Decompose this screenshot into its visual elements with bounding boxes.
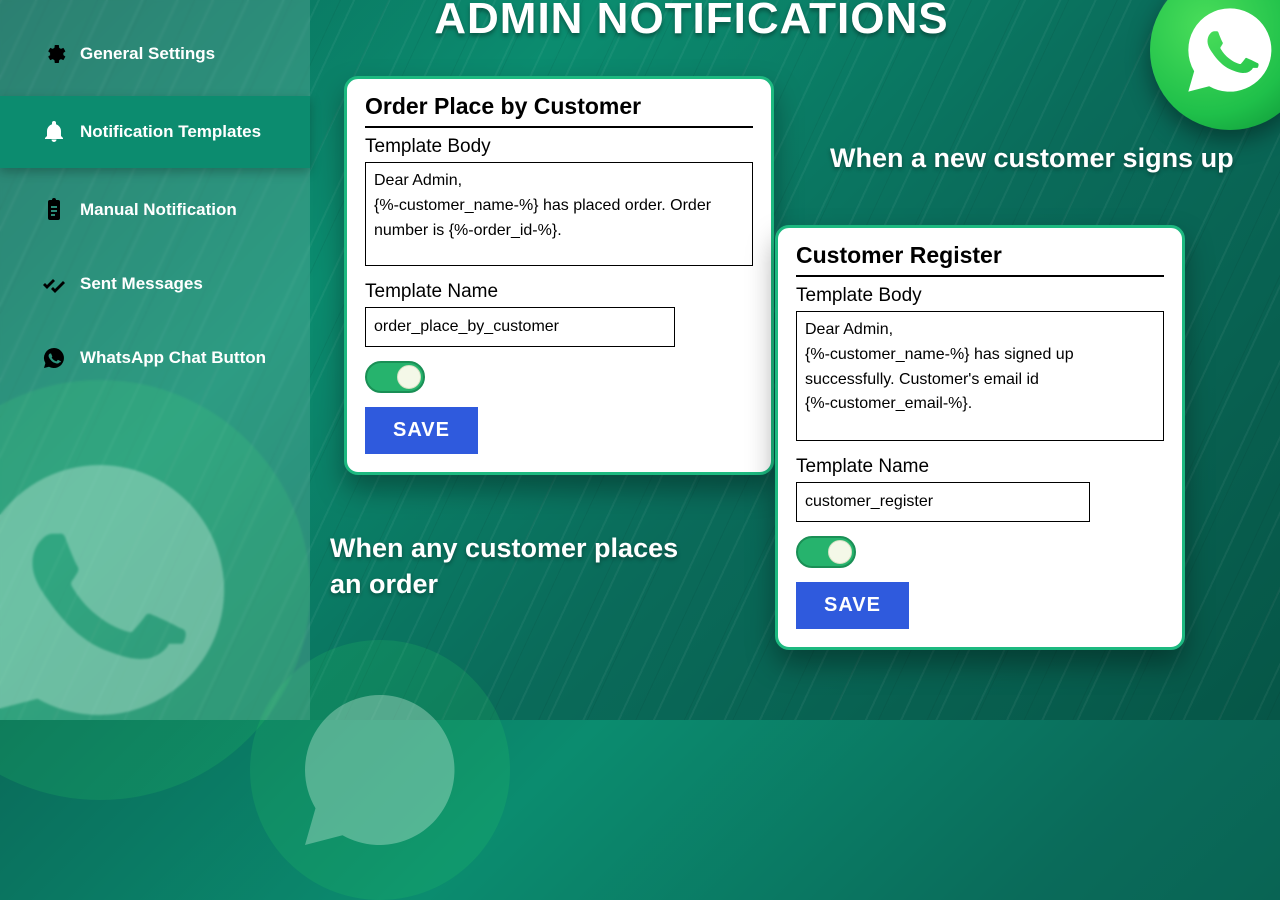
whatsapp-logo bbox=[1150, 0, 1280, 130]
sidebar-item-whatsapp-chat-button[interactable]: WhatsApp Chat Button bbox=[0, 326, 310, 390]
gear-icon bbox=[42, 42, 66, 66]
sidebar-item-sent-messages[interactable]: Sent Messages bbox=[0, 252, 310, 316]
toggle-knob bbox=[397, 365, 421, 389]
sidebar-item-label: Manual Notification bbox=[80, 200, 237, 220]
enable-toggle[interactable] bbox=[365, 361, 425, 393]
sidebar-item-label: Notification Templates bbox=[80, 122, 261, 142]
sidebar-item-label: WhatsApp Chat Button bbox=[80, 348, 266, 368]
template-body-input[interactable] bbox=[365, 162, 753, 266]
template-name-label: Template Name bbox=[365, 281, 753, 303]
save-button[interactable]: SAVE bbox=[365, 407, 478, 454]
template-name-label: Template Name bbox=[796, 456, 1164, 478]
caption-customer-register: When a new customer signs up bbox=[830, 140, 1234, 176]
template-body-label: Template Body bbox=[796, 285, 1164, 307]
template-body-input[interactable] bbox=[796, 311, 1164, 441]
template-body-label: Template Body bbox=[365, 136, 753, 158]
toggle-knob bbox=[828, 540, 852, 564]
sidebar-item-manual-notification[interactable]: Manual Notification bbox=[0, 178, 310, 242]
sidebar-item-general-settings[interactable]: General Settings bbox=[0, 22, 310, 86]
card-title: Customer Register bbox=[796, 242, 1164, 277]
whatsapp-icon bbox=[42, 346, 66, 370]
template-name-input[interactable] bbox=[365, 307, 675, 347]
template-card-order-place: Order Place by Customer Template Body Te… bbox=[344, 76, 774, 475]
sidebar: General Settings Notification Templates … bbox=[0, 0, 310, 720]
save-button[interactable]: SAVE bbox=[796, 582, 909, 629]
template-name-input[interactable] bbox=[796, 482, 1090, 522]
enable-toggle[interactable] bbox=[796, 536, 856, 568]
bell-icon bbox=[42, 120, 66, 144]
double-check-icon bbox=[42, 272, 66, 296]
clipboard-icon bbox=[42, 198, 66, 222]
page-title: ADMIN NOTIFICATIONS bbox=[434, 0, 948, 44]
sidebar-item-label: Sent Messages bbox=[80, 274, 203, 294]
template-card-customer-register: Customer Register Template Body Template… bbox=[775, 225, 1185, 650]
sidebar-item-label: General Settings bbox=[80, 44, 215, 64]
card-title: Order Place by Customer bbox=[365, 93, 753, 128]
caption-order-place: When any customer places an order bbox=[330, 530, 710, 603]
sidebar-item-notification-templates[interactable]: Notification Templates bbox=[0, 96, 310, 168]
